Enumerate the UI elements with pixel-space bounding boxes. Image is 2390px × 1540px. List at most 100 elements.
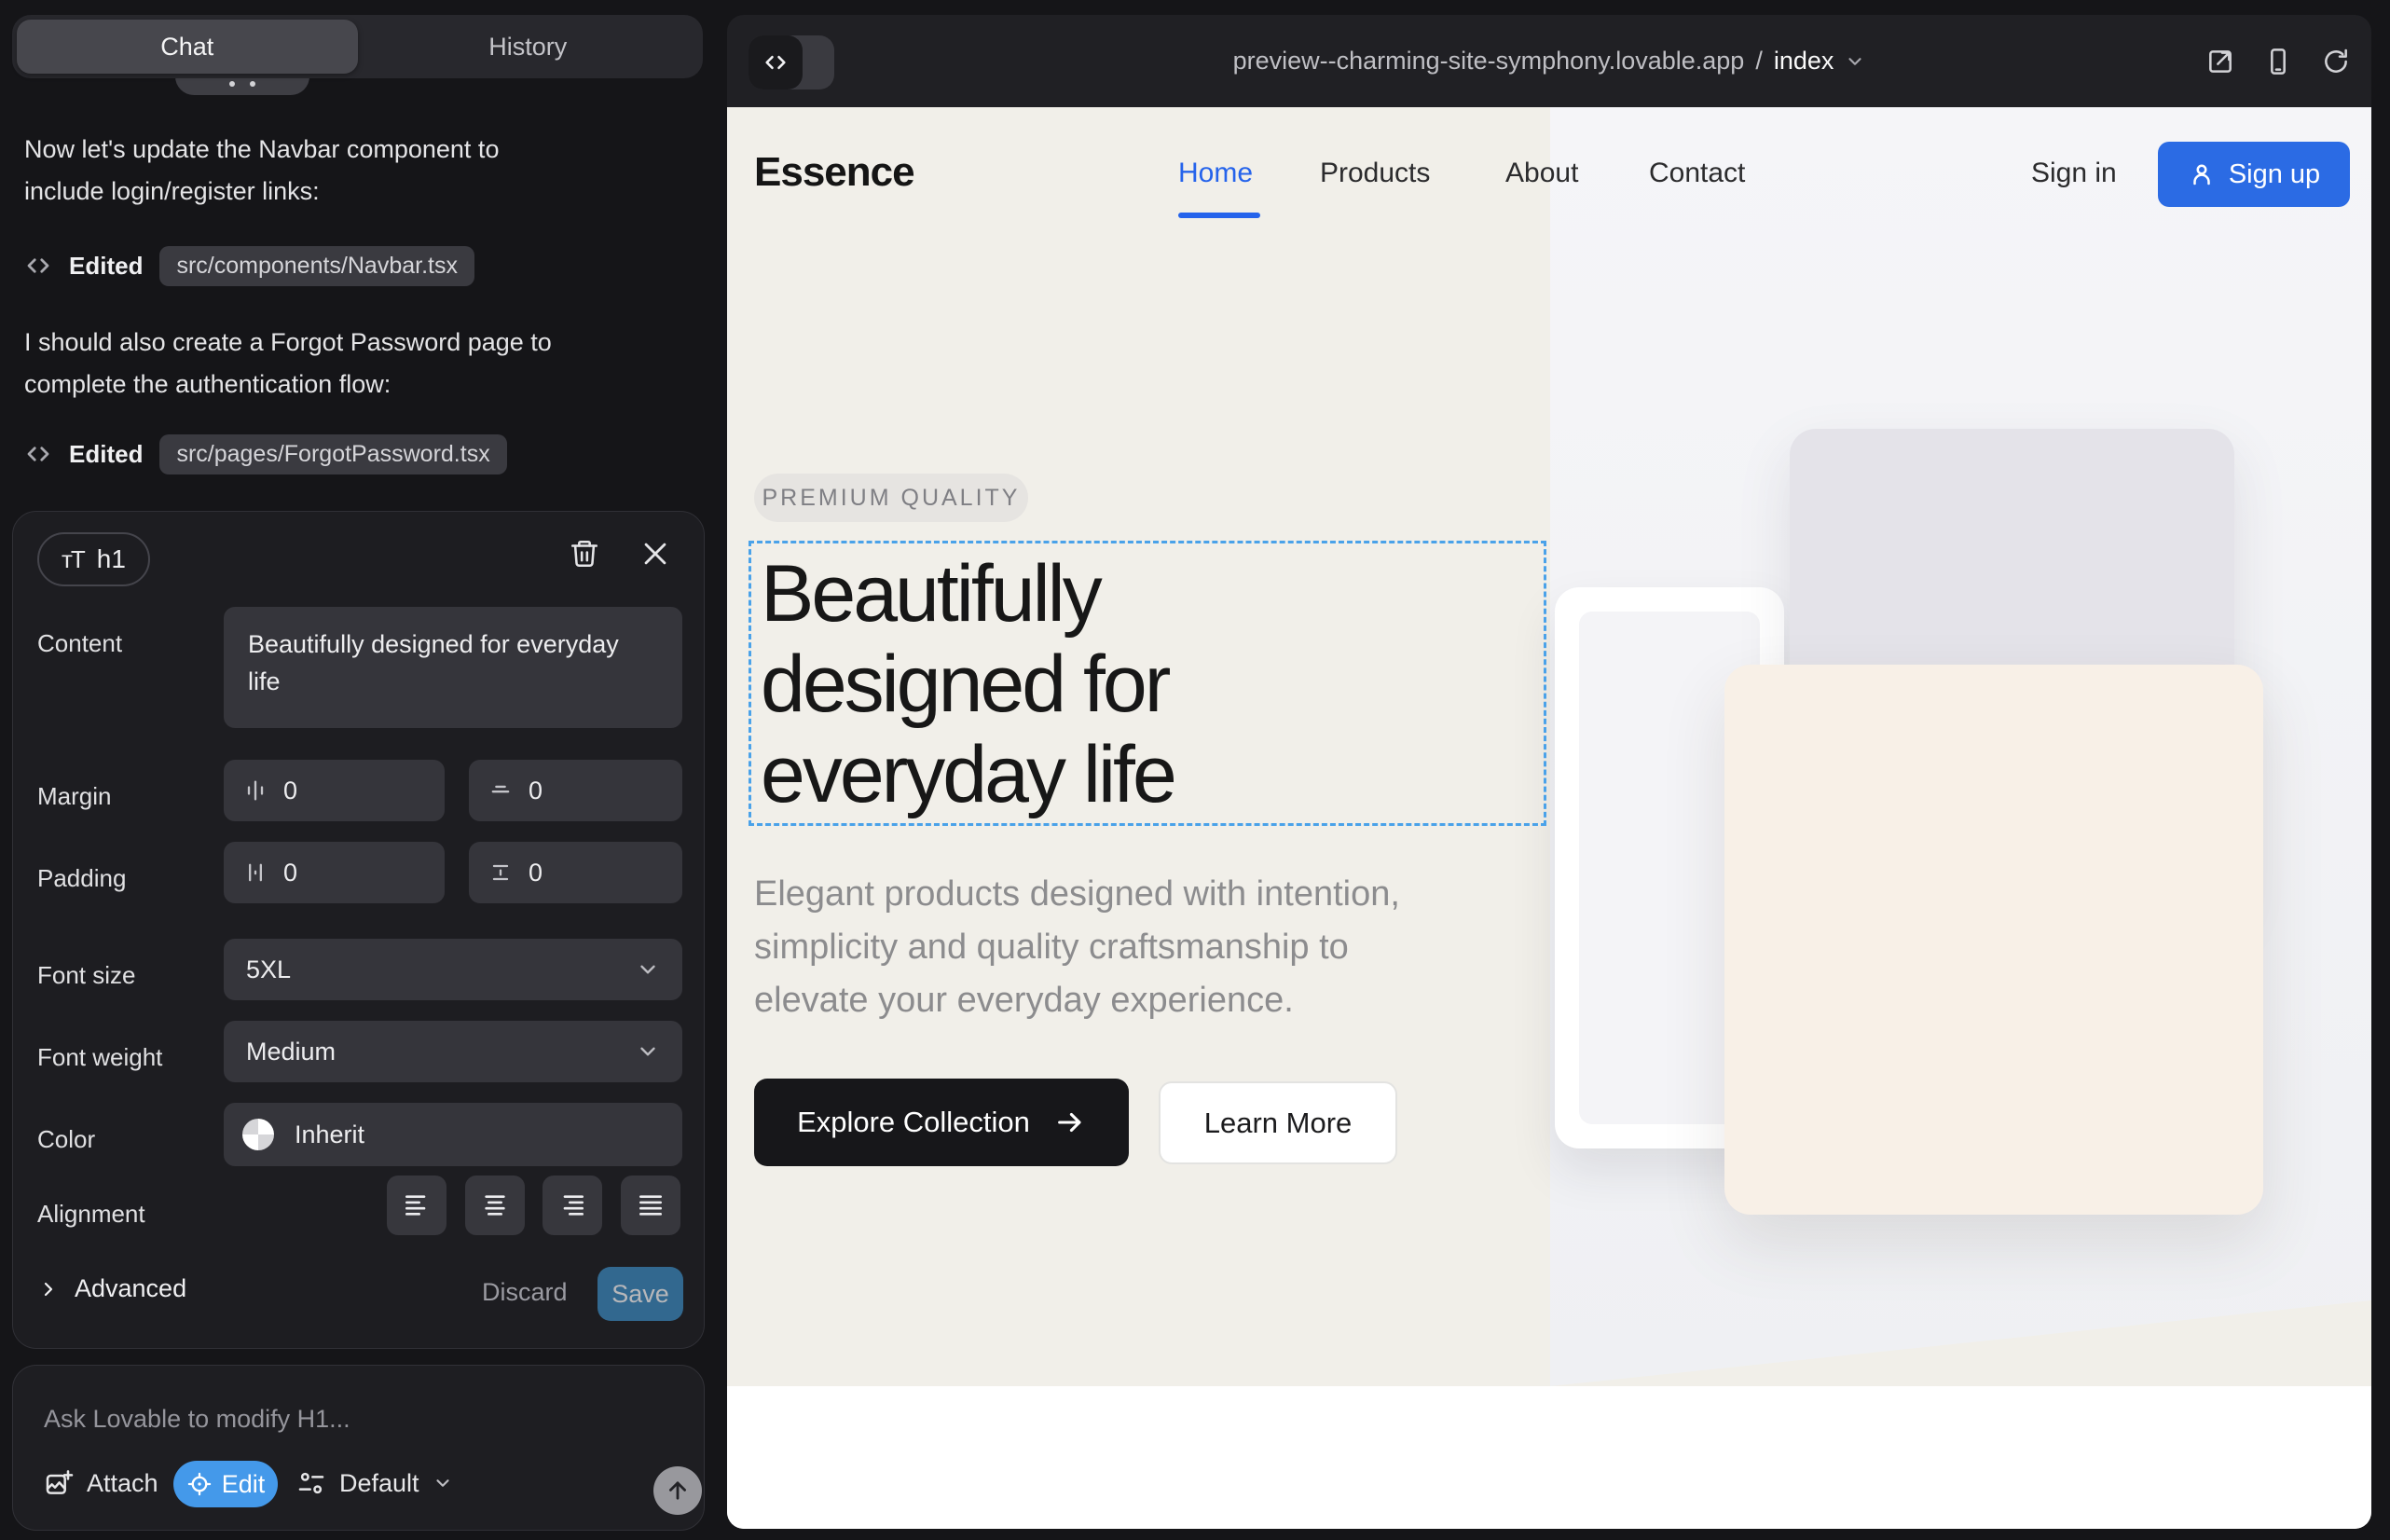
model-default-dropdown[interactable]: Default: [296, 1468, 453, 1498]
user-icon: [2188, 160, 2216, 188]
font-weight-value: Medium: [246, 1038, 336, 1066]
edited-label: Edited: [69, 440, 143, 469]
color-swatch: [242, 1119, 274, 1150]
tab-history[interactable]: History: [358, 20, 699, 74]
edit-label: Edit: [222, 1470, 266, 1499]
padding-label: Padding: [37, 864, 126, 893]
font-size-select[interactable]: 5XL: [224, 939, 682, 1000]
sign-in-link[interactable]: Sign in: [2031, 158, 2117, 189]
premium-quality-badge: PREMIUM QUALITY: [754, 474, 1028, 522]
sidebar-tabs: Chat History: [12, 15, 703, 78]
chevron-down-icon: [636, 1039, 660, 1064]
tab-chat[interactable]: Chat: [17, 20, 358, 74]
browser-actions: [2205, 15, 2351, 107]
url-page: index: [1774, 47, 1834, 76]
browser-toolbar: preview--charming-site-symphony.lovable.…: [727, 15, 2371, 107]
margin-x-input[interactable]: 0: [224, 760, 445, 821]
margin-vertical-icon: [488, 777, 514, 804]
close-icon[interactable]: [639, 538, 673, 571]
open-external-icon[interactable]: [2205, 47, 2235, 76]
chat-composer[interactable]: Ask Lovable to modify H1... Attach Edit …: [12, 1365, 705, 1531]
margin-y-value: 0: [529, 777, 543, 805]
settings-sliders-icon: [296, 1468, 326, 1498]
nav-link-about[interactable]: About: [1505, 158, 1578, 189]
font-weight-select[interactable]: Medium: [224, 1021, 682, 1082]
edited-file-row[interactable]: Edited src/pages/ForgotPassword.tsx: [24, 433, 507, 475]
arrow-right-icon: [1054, 1107, 1086, 1138]
arrow-up-icon: [665, 1478, 691, 1504]
attach-button[interactable]: Attach: [44, 1468, 158, 1498]
chat-sidebar: Chat History Now let's update the Navbar…: [0, 0, 725, 1540]
heading-line: designed for: [761, 639, 1174, 730]
margin-y-input[interactable]: 0: [469, 760, 682, 821]
message-line: Now let's update the Navbar component to: [24, 129, 686, 171]
align-right-button[interactable]: [543, 1176, 602, 1235]
learn-more-button[interactable]: Learn More: [1159, 1081, 1397, 1164]
dot: [229, 81, 235, 87]
site-logo[interactable]: Essence: [754, 149, 914, 196]
color-value: Inherit: [295, 1121, 364, 1149]
hero-heading: Beautifully designed for everyday life: [761, 549, 1174, 820]
font-weight-label: Font weight: [37, 1043, 162, 1072]
explore-collection-button[interactable]: Explore Collection: [754, 1079, 1129, 1166]
font-size-value: 5XL: [246, 956, 291, 984]
description-line: Elegant products designed with intention…: [754, 868, 1400, 921]
description-line: simplicity and quality craftsmanship to: [754, 921, 1400, 974]
align-left-button[interactable]: [387, 1176, 446, 1235]
margin-horizontal-icon: [242, 777, 268, 804]
alignment-label: Alignment: [37, 1200, 145, 1229]
edit-mode-button[interactable]: Edit: [173, 1461, 278, 1507]
color-label: Color: [37, 1125, 95, 1154]
advanced-toggle[interactable]: Advanced: [37, 1274, 186, 1303]
nav-link-home[interactable]: Home: [1178, 158, 1253, 189]
diagonal-accent: [1550, 1300, 2371, 1386]
discard-button[interactable]: Discard: [482, 1278, 568, 1307]
save-button[interactable]: Save: [598, 1267, 683, 1321]
composer-input[interactable]: Ask Lovable to modify H1...: [44, 1405, 350, 1434]
content-value: Beautifully designed for everyday life: [248, 626, 639, 700]
hero-description: Elegant products designed with intention…: [754, 868, 1400, 1027]
code-icon: [24, 252, 52, 280]
url-bar[interactable]: preview--charming-site-symphony.lovable.…: [727, 15, 2371, 107]
mobile-view-icon[interactable]: [2263, 47, 2293, 76]
align-justify-button[interactable]: [621, 1176, 680, 1235]
content-label: Content: [37, 629, 122, 658]
chevron-down-icon: [433, 1473, 453, 1493]
hero-card-cream: [1724, 665, 2263, 1215]
nav-active-underline: [1178, 213, 1260, 218]
tag-name: h1: [97, 544, 126, 574]
h1-selection-outline[interactable]: Beautifully designed for everyday life: [749, 541, 1546, 826]
chevron-down-icon: [1845, 51, 1865, 72]
site-preview: Essence Home Products About Contact Sign…: [727, 107, 2371, 1529]
padding-y-value: 0: [529, 859, 543, 887]
refresh-icon[interactable]: [2321, 47, 2351, 76]
align-center-button[interactable]: [465, 1176, 525, 1235]
sign-up-button[interactable]: Sign up: [2158, 142, 2350, 207]
message-line: include login/register links:: [24, 171, 686, 213]
description-line: elevate your everyday experience.: [754, 974, 1400, 1027]
edited-file-row[interactable]: Edited src/components/Navbar.tsx: [24, 244, 474, 287]
nav-link-products[interactable]: Products: [1320, 158, 1430, 189]
code-icon: [24, 440, 52, 468]
assistant-message: Now let's update the Navbar component to…: [24, 129, 686, 213]
padding-horizontal-icon: [242, 859, 268, 886]
padding-y-input[interactable]: 0: [469, 842, 682, 903]
margin-label: Margin: [37, 782, 111, 811]
padding-x-input[interactable]: 0: [224, 842, 445, 903]
element-editor-panel: тT h1 Content Beautifully designed for e…: [12, 511, 705, 1349]
app-window: Chat History Now let's update the Navbar…: [0, 0, 2390, 1540]
file-chip[interactable]: src/components/Navbar.tsx: [159, 246, 474, 286]
heading-line: everyday life: [761, 730, 1174, 820]
advanced-label: Advanced: [75, 1274, 186, 1303]
content-input[interactable]: Beautifully designed for everyday life: [224, 607, 682, 728]
padding-x-value: 0: [283, 859, 297, 887]
chevron-right-icon: [37, 1278, 60, 1300]
image-plus-icon: [44, 1468, 74, 1498]
send-button[interactable]: [653, 1466, 702, 1515]
color-select[interactable]: Inherit: [224, 1103, 682, 1166]
nav-link-contact[interactable]: Contact: [1649, 158, 1745, 189]
file-chip[interactable]: src/pages/ForgotPassword.tsx: [159, 434, 506, 474]
explore-collection-label: Explore Collection: [797, 1106, 1030, 1139]
delete-element-button[interactable]: [569, 538, 602, 571]
type-icon: тT: [62, 545, 84, 574]
